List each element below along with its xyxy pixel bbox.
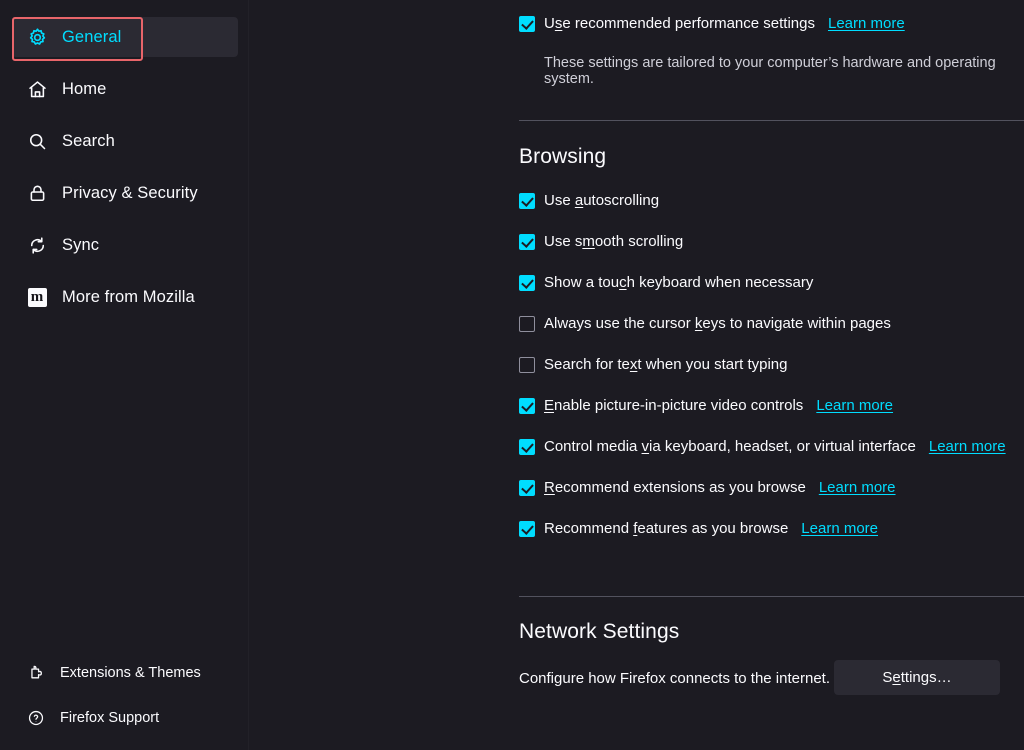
sidebar-item-extensions-themes[interactable]: Extensions & Themes xyxy=(12,655,239,691)
row-media-control[interactable]: Control media via keyboard, headset, or … xyxy=(519,436,1006,458)
settings-scroll-content: Use recommended performance settings Lea… xyxy=(249,0,1024,687)
sidebar-item-label-firefox-support: Firefox Support xyxy=(60,710,160,726)
performance-description: These settings are tailored to your comp… xyxy=(544,55,996,87)
row-picture-in-picture[interactable]: Enable picture-in-picture video controls… xyxy=(519,395,1000,417)
label-use-recommended-performance-settings: Use recommended performance settings xyxy=(544,15,815,32)
settings-main-pane: Use recommended performance settings Lea… xyxy=(249,0,1024,750)
network-settings-button[interactable]: Se ttings… xyxy=(834,660,1000,695)
sidebar-item-label-general: General xyxy=(62,28,122,47)
sidebar-item-search[interactable]: Search xyxy=(12,121,238,161)
label-use-smooth-scrolling: Use smooth scrolling xyxy=(544,233,684,250)
row-recommend-extensions[interactable]: Recommend extensions as you browse Learn… xyxy=(519,477,1000,499)
lock-icon xyxy=(26,182,48,204)
sidebar-item-firefox-support[interactable]: Firefox Support xyxy=(12,700,239,736)
puzzle-piece-icon xyxy=(26,663,46,683)
question-circle-icon xyxy=(26,708,46,728)
sidebar-item-home[interactable]: Home xyxy=(12,69,238,109)
section-title-browsing: Browsing xyxy=(519,145,607,168)
learn-more-link-media-control[interactable]: Learn more xyxy=(929,438,1006,456)
label-recommend-extensions: Recommend extensions as you browse xyxy=(544,479,806,496)
sidebar-item-label-more-from-mozilla: More from Mozilla xyxy=(62,288,195,307)
row-performance-recommended[interactable]: Use recommended performance settings Lea… xyxy=(519,13,1000,35)
settings-sidebar: General Home Search Privacy & Security S… xyxy=(0,0,249,750)
sidebar-footer: Extensions & Themes Firefox Support xyxy=(0,655,249,736)
mozilla-m-icon: m xyxy=(26,286,48,308)
checkbox-search-when-typing[interactable] xyxy=(519,357,535,373)
section-title-network-settings: Network Settings xyxy=(519,620,680,643)
row-cursor-keys-navigate[interactable]: Always use the cursor keys to navigate w… xyxy=(519,313,1000,335)
checkbox-recommend-features[interactable] xyxy=(519,521,535,537)
sidebar-item-label-extensions-themes: Extensions & Themes xyxy=(60,665,201,681)
checkbox-use-autoscrolling[interactable] xyxy=(519,193,535,209)
sidebar-item-general[interactable]: General xyxy=(12,17,238,57)
row-recommend-features[interactable]: Recommend features as you browse Learn m… xyxy=(519,518,1000,540)
sidebar-item-label-home: Home xyxy=(62,80,107,99)
label-picture-in-picture: Enable picture-in-picture video controls xyxy=(544,397,804,414)
divider-above-browsing xyxy=(519,120,1024,121)
row-use-autoscrolling[interactable]: Use autoscrolling xyxy=(519,190,1000,212)
divider-above-network-settings xyxy=(519,596,1024,597)
label-show-touch-keyboard: Show a touch keyboard when necessary xyxy=(544,274,814,291)
learn-more-link-picture-in-picture[interactable]: Learn more xyxy=(816,397,893,415)
sidebar-item-more-from-mozilla[interactable]: m More from Mozilla xyxy=(12,277,238,317)
checkbox-picture-in-picture[interactable] xyxy=(519,398,535,414)
row-search-when-typing[interactable]: Search for text when you start typing xyxy=(519,354,1000,376)
sidebar-item-label-privacy-security: Privacy & Security xyxy=(62,184,198,203)
sidebar-item-privacy-security[interactable]: Privacy & Security xyxy=(12,173,238,213)
firefox-settings-window: General Home Search Privacy & Security S… xyxy=(0,0,1024,750)
search-icon xyxy=(26,130,48,152)
checkbox-show-touch-keyboard[interactable] xyxy=(519,275,535,291)
sync-icon xyxy=(26,234,48,256)
learn-more-link-recommend-extensions[interactable]: Learn more xyxy=(819,479,896,497)
row-use-smooth-scrolling[interactable]: Use smooth scrolling xyxy=(519,231,1000,253)
checkbox-use-recommended-performance-settings[interactable] xyxy=(519,16,535,32)
sidebar-item-label-search: Search xyxy=(62,132,115,151)
sidebar-item-label-sync: Sync xyxy=(62,236,100,255)
home-icon xyxy=(26,78,48,100)
label-use-autoscrolling: Use autoscrolling xyxy=(544,192,660,209)
gear-icon xyxy=(26,26,48,48)
label-cursor-keys-navigate: Always use the cursor keys to navigate w… xyxy=(544,315,891,332)
sidebar-item-sync[interactable]: Sync xyxy=(12,225,238,265)
label-media-control: Control media via keyboard, headset, or … xyxy=(544,438,916,455)
learn-more-link-performance[interactable]: Learn more xyxy=(828,15,905,33)
checkbox-media-control[interactable] xyxy=(519,439,535,455)
network-settings-description: Configure how Firefox connects to the in… xyxy=(519,670,831,687)
learn-more-link-recommend-features[interactable]: Learn more xyxy=(801,520,878,538)
row-show-touch-keyboard[interactable]: Show a touch keyboard when necessary xyxy=(519,272,1000,294)
checkbox-cursor-keys-navigate[interactable] xyxy=(519,316,535,332)
label-recommend-features: Recommend features as you browse xyxy=(544,520,789,537)
label-search-when-typing: Search for text when you start typing xyxy=(544,356,788,373)
checkbox-use-smooth-scrolling[interactable] xyxy=(519,234,535,250)
checkbox-recommend-extensions[interactable] xyxy=(519,480,535,496)
